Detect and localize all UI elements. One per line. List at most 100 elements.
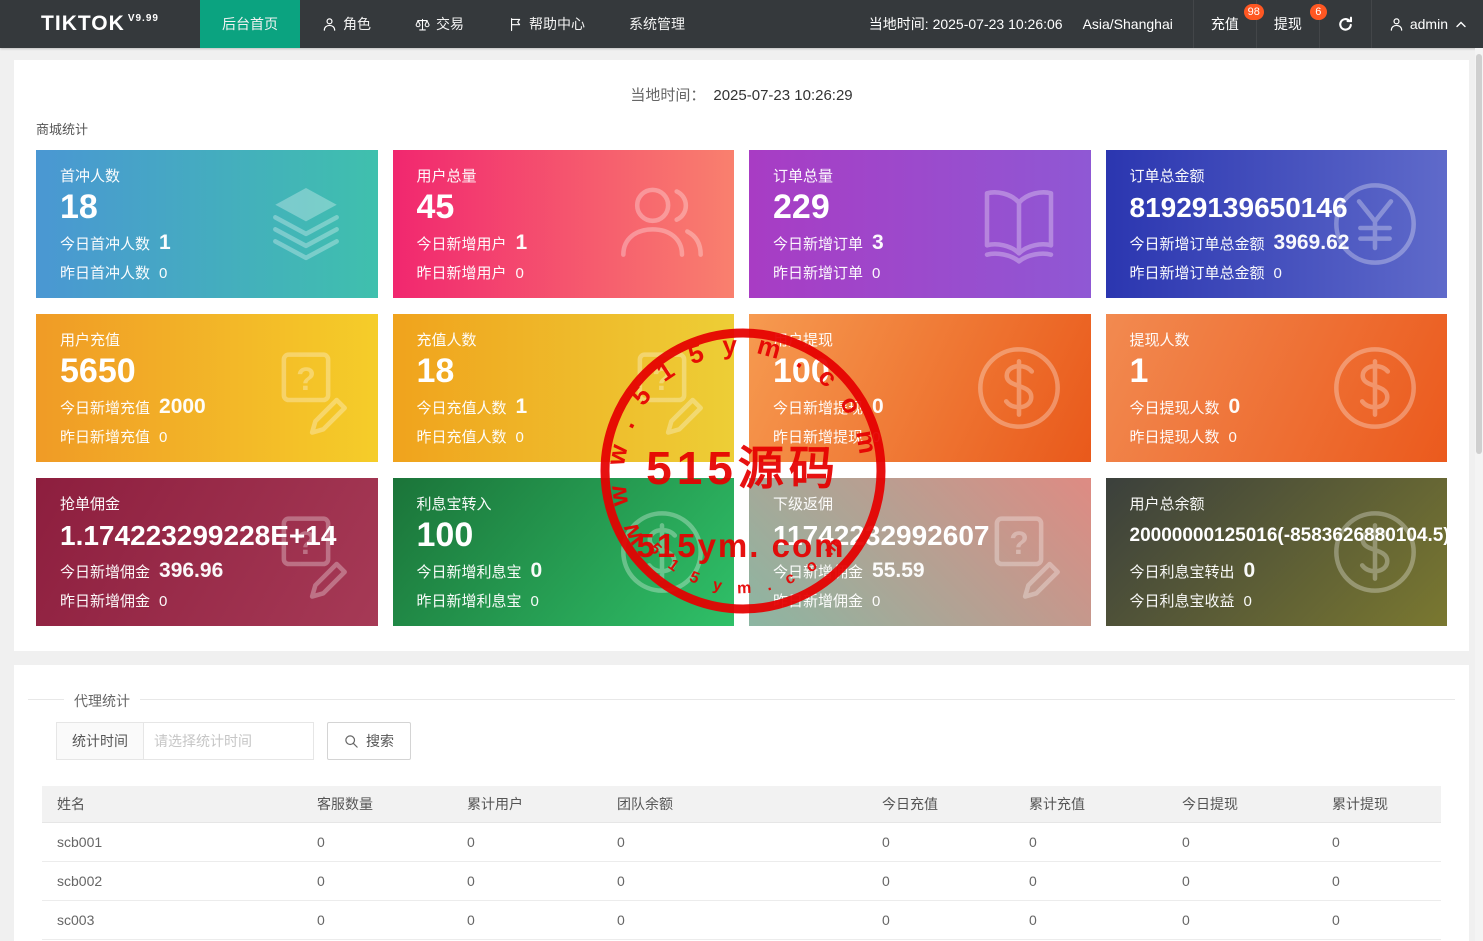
app-title: TIKTOK	[41, 12, 125, 36]
table-header-cell: 姓名	[42, 786, 309, 823]
navbar-local-time: 当地时间: 2025-07-23 10:26:06	[859, 0, 1073, 48]
chevron-up-icon	[1456, 21, 1466, 28]
withdraw-label: 提现	[1274, 14, 1302, 34]
card-title: 用户总量	[417, 165, 735, 186]
table-header-cell: 客服数量	[309, 786, 459, 823]
card-sub-today: 今日新增用户1	[417, 231, 735, 255]
stat-card: 抢单佣金1.174223299228E+14今日新增佣金396.96昨日新增佣金…	[36, 478, 378, 626]
agent-fieldset: 代理统计	[28, 699, 1455, 700]
card-title: 利息宝转入	[417, 493, 735, 514]
card-sub-yesterday: 昨日新增佣金0	[773, 590, 1091, 611]
table-cell: 0	[609, 823, 874, 862]
flag-icon	[508, 17, 523, 32]
table-row: sc0030000000	[42, 901, 1441, 940]
card-title: 订单总金额	[1130, 165, 1448, 186]
nav-item-system[interactable]: 系统管理	[607, 0, 707, 48]
card-sub-today: 今日首冲人数1	[60, 231, 378, 255]
refresh-icon	[1337, 16, 1354, 33]
user-menu[interactable]: admin	[1371, 0, 1483, 48]
stat-card: 利息宝转入100今日新增利息宝0昨日新增利息宝0	[393, 478, 735, 626]
table-cell: 0	[309, 862, 459, 901]
nav-item-role[interactable]: 角色	[300, 0, 393, 48]
dashboard-time-label: 当地时间：	[630, 87, 705, 104]
section-title-mall-stats: 商城统计	[36, 119, 1469, 138]
card-sub-yesterday: 昨日新增充值0	[60, 426, 378, 447]
card-value: 100	[417, 515, 735, 556]
card-value: 18	[417, 351, 735, 392]
nav-item-home[interactable]: 后台首页	[200, 0, 300, 48]
card-title: 首冲人数	[60, 165, 378, 186]
agent-table-wrap: 姓名客服数量累计用户团队余额今日充值累计充值今日提现累计提现 scb001000…	[42, 786, 1441, 940]
table-cell: 0	[1324, 901, 1441, 940]
table-header-cell: 今日充值	[874, 786, 1021, 823]
table-cell: 0	[309, 901, 459, 940]
card-sub-today: 今日利息宝转出0	[1130, 559, 1448, 583]
stat-card: 用户总量45 今日新增用户1 昨日新增用户0	[393, 150, 735, 298]
agent-table: 姓名客服数量累计用户团队余额今日充值累计充值今日提现累计提现 scb001000…	[42, 786, 1441, 940]
card-title: 抢单佣金	[60, 493, 378, 514]
recharge-button[interactable]: 充值 98	[1193, 0, 1256, 48]
table-cell: 0	[309, 823, 459, 862]
table-cell: 0	[1174, 862, 1324, 901]
stat-card: 用户总余额20000000125016(-8583626880104.5)今日利…	[1106, 478, 1448, 626]
scrollbar-thumb[interactable]	[1476, 54, 1482, 454]
refresh-button[interactable]	[1319, 0, 1371, 48]
table-cell: 0	[459, 823, 609, 862]
table-cell: 0	[1174, 823, 1324, 862]
local-time-label: 当地时间:	[869, 14, 929, 34]
card-sub-yesterday: 昨日新增提现0	[773, 426, 1091, 447]
table-cell: 0	[1174, 901, 1324, 940]
card-sub-yesterday: 昨日新增订单0	[773, 262, 1091, 283]
card-title: 下级返佣	[773, 493, 1091, 514]
user-icon	[1389, 17, 1404, 32]
table-header-cell: 累计充值	[1021, 786, 1174, 823]
card-value: 81929139650146	[1130, 187, 1448, 228]
scrollbar[interactable]	[1475, 48, 1483, 941]
card-title: 充值人数	[417, 329, 735, 350]
timezone: Asia/Shanghai	[1073, 0, 1193, 48]
username: admin	[1410, 16, 1448, 32]
table-cell: 0	[1324, 823, 1441, 862]
stat-card: 订单总量229今日新增订单3昨日新增订单0	[749, 150, 1091, 298]
card-sub-yesterday: 昨日首冲人数0	[60, 262, 378, 283]
card-title: 提现人数	[1130, 329, 1448, 350]
nav-item-trade[interactable]: 交易	[393, 0, 486, 48]
card-sub-today: 今日新增佣金396.96	[60, 559, 378, 583]
nav-menu: 后台首页 角色 交易 帮助中心 系统管理	[200, 0, 707, 48]
table-cell: sc003	[42, 901, 309, 940]
stat-card: 下级返佣11742232992607今日新增佣金55.59昨日新增佣金0?	[749, 478, 1091, 626]
card-sub-yesterday: 昨日提现人数0	[1130, 426, 1448, 447]
card-sub-yesterday: 昨日新增用户0	[417, 262, 735, 283]
card-sub-today: 今日充值人数1	[417, 395, 735, 419]
card-value: 45	[417, 187, 735, 228]
dashboard-time-value: 2025-07-23 10:26:29	[713, 87, 852, 104]
nav-item-label: 后台首页	[222, 14, 278, 34]
search-button[interactable]: 搜索	[327, 722, 411, 760]
table-cell: 0	[609, 901, 874, 940]
table-cell: 0	[1324, 862, 1441, 901]
card-value: 20000000125016(-8583626880104.5)	[1130, 515, 1448, 556]
card-sub-today: 今日新增订单总金额3969.62	[1130, 231, 1448, 255]
stat-card: 用户充值5650今日新增充值2000昨日新增充值0?	[36, 314, 378, 462]
table-header-cell: 累计用户	[459, 786, 609, 823]
nav-item-label: 系统管理	[629, 14, 685, 34]
card-value: 100	[773, 351, 1091, 392]
table-cell: 0	[609, 862, 874, 901]
card-sub-yesterday: 今日利息宝收益0	[1130, 590, 1448, 611]
table-header-cell: 今日提现	[1174, 786, 1324, 823]
card-sub-today: 今日新增充值2000	[60, 395, 378, 419]
table-cell: 0	[874, 901, 1021, 940]
table-row: scb0010000000	[42, 823, 1441, 862]
card-title: 用户充值	[60, 329, 378, 350]
table-cell: 0	[1021, 862, 1174, 901]
card-value: 11742232992607	[773, 515, 1091, 556]
table-header-cell: 团队余额	[609, 786, 874, 823]
withdraw-button[interactable]: 提现 6	[1256, 0, 1319, 48]
agent-filter-row: 统计时间 搜索	[56, 722, 1469, 760]
card-value: 1.174223299228E+14	[60, 515, 378, 556]
table-cell: 0	[874, 823, 1021, 862]
card-value: 1	[1130, 351, 1448, 392]
stat-time-input[interactable]	[144, 722, 314, 760]
nav-item-help[interactable]: 帮助中心	[486, 0, 607, 48]
card-value: 229	[773, 187, 1091, 228]
